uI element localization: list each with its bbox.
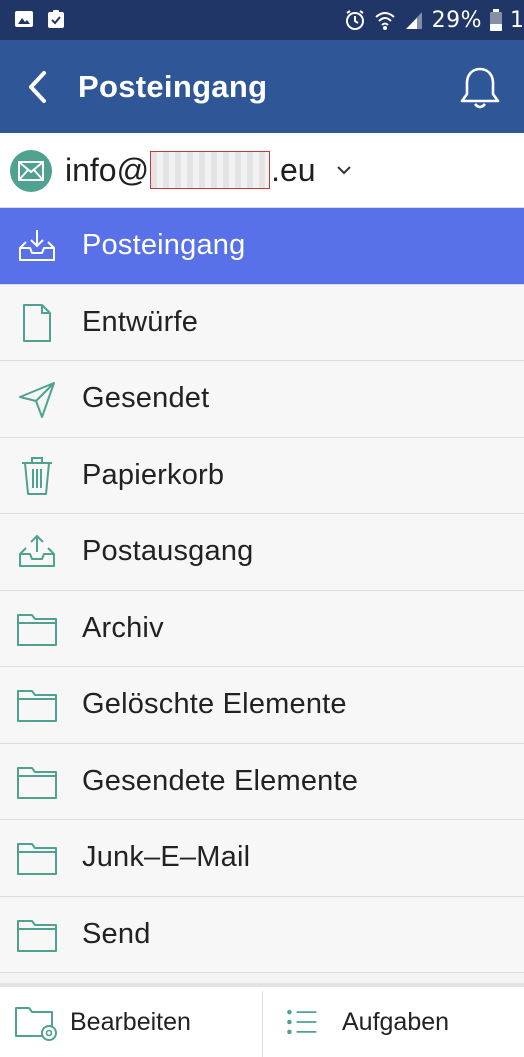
bottom-bar-divider — [262, 991, 263, 1057]
tasks-label: Aufgaben — [342, 1007, 450, 1036]
inbox-icon — [19, 230, 55, 261]
folder-icon — [17, 613, 57, 646]
page-title: Posteingang — [78, 69, 268, 104]
back-button[interactable] — [18, 66, 58, 108]
folder-item-junk-e-mail[interactable]: Junk–E–Mail — [0, 820, 524, 897]
folder-label: Entwürfe — [82, 305, 199, 338]
bell-icon[interactable] — [456, 64, 504, 112]
chevron-down-icon[interactable] — [335, 161, 353, 179]
bottom-bar: Bearbeiten Aufgaben — [0, 983, 524, 1057]
account-selector[interactable]: info@ .eu — [0, 133, 524, 208]
folder-item-send[interactable]: Send — [0, 896, 524, 973]
folder-settings-icon — [15, 1007, 57, 1041]
folder-icon — [17, 843, 57, 875]
folder-list: Posteingang Entwürfe Gesendet Papierkorb — [0, 208, 524, 973]
status-overflow-text: 1 — [510, 7, 524, 33]
alarm-icon — [345, 10, 364, 30]
wifi-icon — [374, 12, 395, 30]
send-icon — [19, 382, 55, 418]
email-prefix: info@ — [65, 151, 150, 188]
folder-item-geloeschte-elemente[interactable]: Gelöschte Elemente — [0, 667, 524, 744]
folder-label: Junk–E–Mail — [82, 841, 251, 874]
status-bar: 29% 1 — [0, 0, 524, 40]
outbox-icon — [19, 534, 55, 567]
account-email: info@ .eu — [65, 151, 316, 189]
image-icon — [15, 11, 33, 27]
email-suffix: .eu — [271, 151, 316, 188]
redacted-domain — [150, 151, 271, 189]
folder-item-papierkorb[interactable]: Papierkorb — [0, 437, 524, 514]
edit-folders-button[interactable]: Bearbeiten — [14, 987, 191, 1057]
folder-label: Postausgang — [82, 535, 254, 568]
folder-item-archiv[interactable]: Archiv — [0, 590, 524, 667]
folder-label: Gesendete Elemente — [82, 764, 359, 797]
folder-item-posteingang[interactable]: Posteingang — [0, 208, 524, 285]
tasks-button[interactable]: Aufgaben — [284, 987, 449, 1057]
signal-icon — [405, 12, 422, 29]
folder-label: Archiv — [82, 611, 164, 644]
battery-percent: 29% — [431, 7, 482, 33]
folder-label: Gelöschte Elemente — [82, 688, 347, 721]
folder-label: Papierkorb — [82, 458, 225, 491]
battery-icon — [490, 9, 502, 31]
trash-icon — [22, 456, 52, 495]
list-icon — [287, 1009, 317, 1035]
folder-label: Gesendet — [82, 382, 210, 415]
mail-icon — [10, 150, 52, 192]
folder-item-entwuerfe[interactable]: Entwürfe — [0, 284, 524, 361]
folder-icon — [17, 766, 57, 799]
folder-item-postausgang[interactable]: Postausgang — [0, 514, 524, 591]
app-header: Posteingang — [0, 40, 524, 133]
folder-item-gesendete-elemente[interactable]: Gesendete Elemente — [0, 743, 524, 820]
folder-label: Send — [82, 917, 151, 950]
folder-icon — [17, 919, 57, 952]
clipboard-check-icon — [48, 10, 64, 28]
folder-icon — [17, 690, 57, 722]
document-icon — [23, 303, 51, 342]
folder-label: Posteingang — [82, 229, 246, 262]
edit-label: Bearbeiten — [70, 1007, 191, 1036]
folder-item-gesendet[interactable]: Gesendet — [0, 361, 524, 438]
back-arrow-icon — [29, 71, 46, 103]
